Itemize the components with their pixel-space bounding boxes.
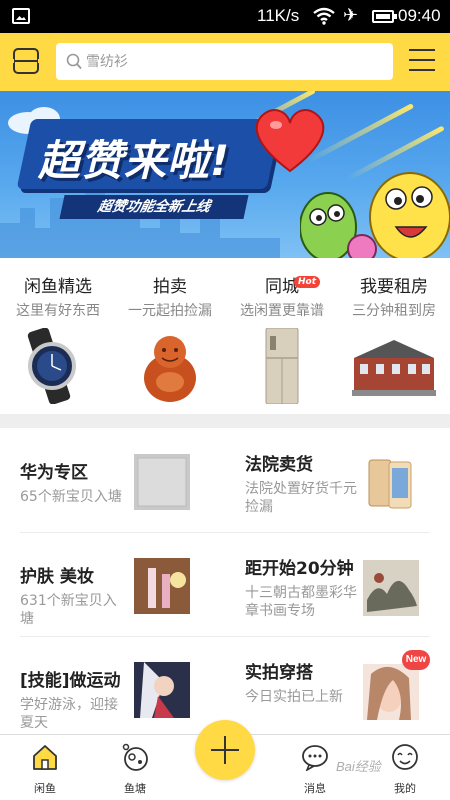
tab-label: 闲鱼	[34, 782, 56, 795]
watermark: Bai经验	[336, 759, 381, 774]
feed-card-desc: 学好游泳，迎接夏天	[20, 697, 118, 731]
clock: 09:40	[398, 6, 441, 25]
feed-card-desc: 十三朝古都墨彩华章书画专场	[245, 585, 357, 619]
feed-card-auction-countdown[interactable]: 距开始20分钟 十三朝古都墨彩华章书画专场	[225, 532, 450, 636]
feed-card-huawei[interactable]: 华为专区 65个新宝贝入塘	[0, 428, 225, 532]
feed-card-skill-sports[interactable]: [技能]做运动 学好游泳，迎接夏天	[0, 636, 225, 734]
feed-card-title: 护肤 美妆	[20, 567, 94, 587]
feed-card-title: 实拍穿搭	[245, 663, 313, 683]
menu-icon[interactable]	[409, 49, 435, 73]
feed-card-desc: 65个新宝贝入塘	[20, 489, 122, 505]
tab-fish-pond[interactable]: 鱼塘	[100, 735, 170, 800]
new-badge: New	[402, 650, 430, 670]
smartphone-thumbnail	[363, 456, 419, 512]
feed-card-desc: 法院处置好货千元捡漏	[245, 481, 357, 515]
feed-card-title: 法院卖货	[245, 455, 313, 475]
category-grid: 闲鱼精选 这里有好东西 拍卖 一元起拍捡漏 同城 Hot 选闲置更靠谱 我要租房…	[0, 258, 450, 414]
fish-pond-icon	[122, 743, 148, 771]
category-subtitle: 这里有好东西	[16, 303, 100, 319]
banner-subtitle: 超赞功能全新上线	[59, 195, 249, 219]
tab-label: 我的	[394, 782, 416, 795]
scan-icon[interactable]	[11, 46, 41, 76]
row-houses-image	[352, 340, 436, 396]
category-title: 同城	[265, 277, 299, 297]
status-bar: 11K/s ✈ 09:40	[0, 0, 450, 33]
anime-figure-thumbnail	[134, 662, 190, 718]
category-local[interactable]: 同城 Hot 选闲置更靠谱	[226, 258, 338, 414]
cosmetics-thumbnail	[134, 558, 190, 614]
network-speed: 11K/s	[257, 6, 300, 25]
search-icon	[66, 53, 82, 70]
section-divider	[0, 414, 450, 428]
home-icon	[33, 745, 57, 770]
feed-card-title: [技能]做运动	[20, 671, 121, 691]
category-xianyu-picks[interactable]: 闲鱼精选 这里有好东西	[2, 258, 114, 414]
top-bar	[0, 33, 450, 91]
feed-card-title: 华为专区	[20, 463, 88, 483]
ink-painting-thumbnail	[363, 560, 419, 616]
airplane-icon: ✈	[343, 5, 359, 26]
profile-icon	[392, 744, 418, 770]
category-subtitle: 一元起拍捡漏	[128, 303, 212, 319]
category-title: 闲鱼精选	[24, 277, 92, 297]
portrait-thumbnail	[363, 664, 419, 720]
wristwatch-image	[27, 328, 76, 404]
wifi-icon	[313, 7, 335, 25]
tab-xianyu[interactable]: 闲鱼	[10, 735, 80, 800]
tab-label: 鱼塘	[124, 782, 146, 795]
category-title: 拍卖	[153, 277, 187, 297]
feed-card-title: 距开始20分钟	[245, 559, 354, 579]
hot-badge: Hot	[294, 276, 321, 288]
category-subtitle: 三分钟租到房	[352, 303, 436, 319]
promo-banner[interactable]: 超赞来啦! 超赞功能全新上线	[0, 91, 450, 258]
feed-card-desc: 今日实拍已上新	[245, 689, 343, 705]
banner-title: 超赞来啦!	[38, 136, 231, 185]
refrigerator-image	[265, 328, 299, 404]
publish-button[interactable]	[195, 720, 255, 780]
image-icon	[12, 8, 30, 24]
feed-card-skincare[interactable]: 护肤 美妆 631个新宝贝入塘	[0, 532, 225, 636]
feed-grid: 华为专区 65个新宝贝入塘 法院卖货 法院处置好货千元捡漏 护肤 美妆 631个…	[0, 428, 450, 734]
category-auction[interactable]: 拍卖 一元起拍捡漏	[114, 258, 226, 414]
feed-card-desc: 631个新宝贝入塘	[20, 593, 117, 627]
search-box[interactable]	[56, 43, 393, 80]
cartoon-monsters	[300, 172, 450, 258]
tab-label: 消息	[304, 782, 326, 795]
carved-buddha-image	[144, 336, 196, 402]
search-input[interactable]	[86, 49, 376, 75]
message-icon	[302, 745, 328, 771]
battery-icon	[372, 10, 394, 23]
feed-card-court-sale[interactable]: 法院卖货 法院处置好货千元捡漏	[225, 428, 450, 532]
phone-box-thumbnail	[134, 454, 190, 510]
category-rent-house[interactable]: 我要租房 三分钟租到房	[338, 258, 450, 414]
category-subtitle: 选闲置更靠谱	[240, 303, 324, 319]
category-title: 我要租房	[360, 277, 428, 297]
